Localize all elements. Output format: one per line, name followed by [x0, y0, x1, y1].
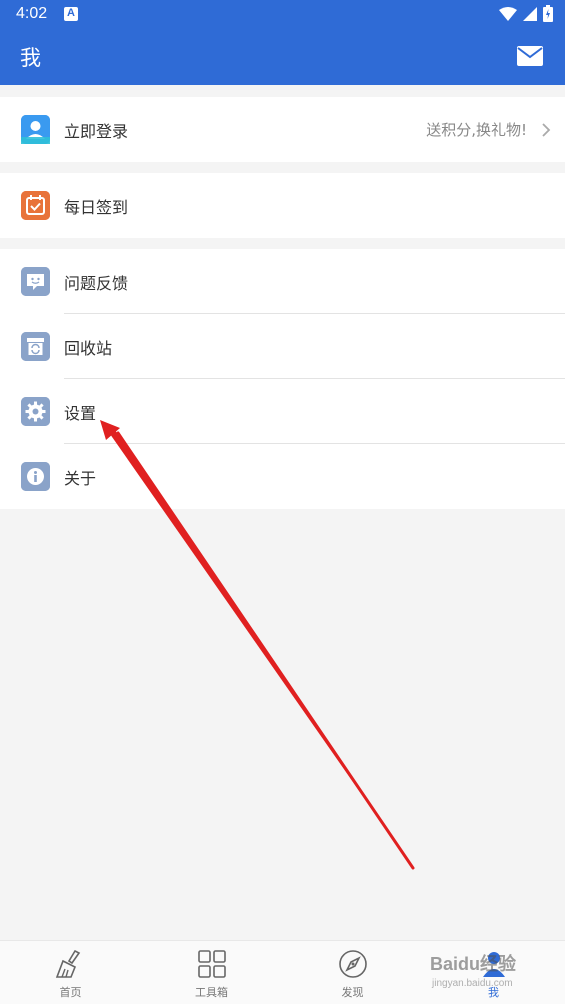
login-row[interactable]: 立即登录 送积分,换礼物!	[0, 97, 565, 162]
mail-icon[interactable]	[517, 46, 543, 66]
feedback-icon	[21, 267, 50, 296]
info-icon	[21, 462, 50, 491]
chevron-right-icon	[542, 122, 551, 137]
checkin-row[interactable]: 每日签到	[0, 173, 565, 238]
recycle-bin-icon	[21, 332, 50, 361]
tab-label-discover: 发现	[341, 986, 364, 999]
status-time: 4:02	[16, 5, 48, 22]
menu-item-recycle[interactable]: 回收站	[0, 314, 565, 379]
tab-label-toolbox: 工具箱	[195, 986, 228, 999]
user-avatar-icon	[21, 115, 50, 144]
tab-home[interactable]: 首页	[0, 941, 141, 1004]
menu-label-settings: 设置	[64, 403, 97, 423]
menu-label-about: 关于	[64, 468, 97, 488]
gear-icon	[21, 397, 50, 426]
menu-item-about[interactable]: 关于	[0, 444, 565, 509]
login-hint: 送积分,换礼物!	[426, 121, 527, 139]
broom-icon	[55, 949, 81, 978]
tab-toolbox[interactable]: 工具箱	[141, 941, 282, 1004]
battery-icon	[543, 5, 553, 22]
login-section: 立即登录 送积分,换礼物!	[0, 97, 565, 162]
wifi-icon	[499, 6, 517, 21]
menu-item-feedback[interactable]: 问题反馈	[0, 249, 565, 314]
checkin-section: 每日签到	[0, 173, 565, 238]
watermark-url: jingyan.baidu.com	[432, 978, 513, 989]
status-bar: 4:02 A	[0, 0, 565, 28]
notification-icon: A	[64, 7, 78, 21]
app-bar: 我	[0, 28, 565, 85]
compass-icon	[339, 950, 367, 978]
status-indicators	[499, 5, 553, 22]
grid-icon	[198, 950, 226, 978]
menu-section: 问题反馈 回收站 设置 关于	[0, 249, 565, 509]
menu-item-settings[interactable]: 设置	[0, 379, 565, 444]
tab-label-home: 首页	[59, 986, 82, 999]
menu-label-feedback: 问题反馈	[64, 273, 129, 293]
login-label: 立即登录	[64, 121, 129, 141]
watermark-brand: Baidu经验	[430, 954, 517, 974]
calendar-check-icon	[21, 191, 50, 220]
tab-discover[interactable]: 发现	[282, 941, 423, 1004]
menu-label-recycle: 回收站	[64, 338, 113, 358]
signal-icon	[523, 6, 537, 21]
page-title: 我	[20, 46, 41, 70]
checkin-label: 每日签到	[64, 197, 129, 217]
